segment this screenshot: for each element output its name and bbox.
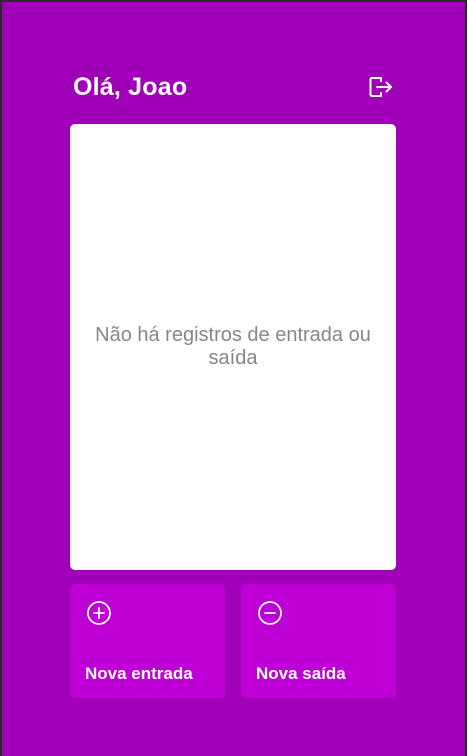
records-panel: Não há registros de entrada ou saída — [70, 124, 396, 570]
actions-row: Nova entrada Nova saída — [70, 584, 396, 698]
plus-circle-icon — [87, 601, 111, 625]
greeting-title: Olá, Joao — [73, 72, 188, 101]
new-entry-label: Nova entrada — [85, 664, 193, 683]
header: Olá, Joao — [73, 70, 395, 104]
empty-records-message: Não há registros de entrada ou saída — [95, 324, 371, 369]
new-exit-button[interactable]: Nova saída — [241, 584, 396, 698]
logout-button[interactable] — [367, 73, 395, 101]
app-screen: Olá, Joao Não há registros de entrada ou… — [2, 2, 465, 756]
new-entry-button[interactable]: Nova entrada — [70, 584, 225, 698]
logout-icon — [369, 77, 392, 97]
new-exit-label: Nova saída — [256, 664, 346, 683]
minus-circle-icon — [258, 601, 282, 625]
